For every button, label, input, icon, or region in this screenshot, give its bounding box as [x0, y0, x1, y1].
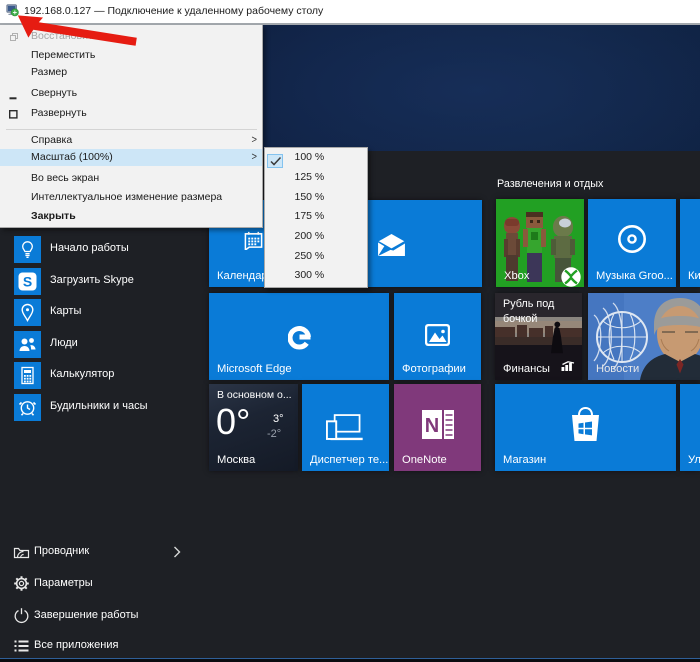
svg-text:S: S — [23, 273, 32, 289]
svg-text:N: N — [425, 415, 439, 437]
